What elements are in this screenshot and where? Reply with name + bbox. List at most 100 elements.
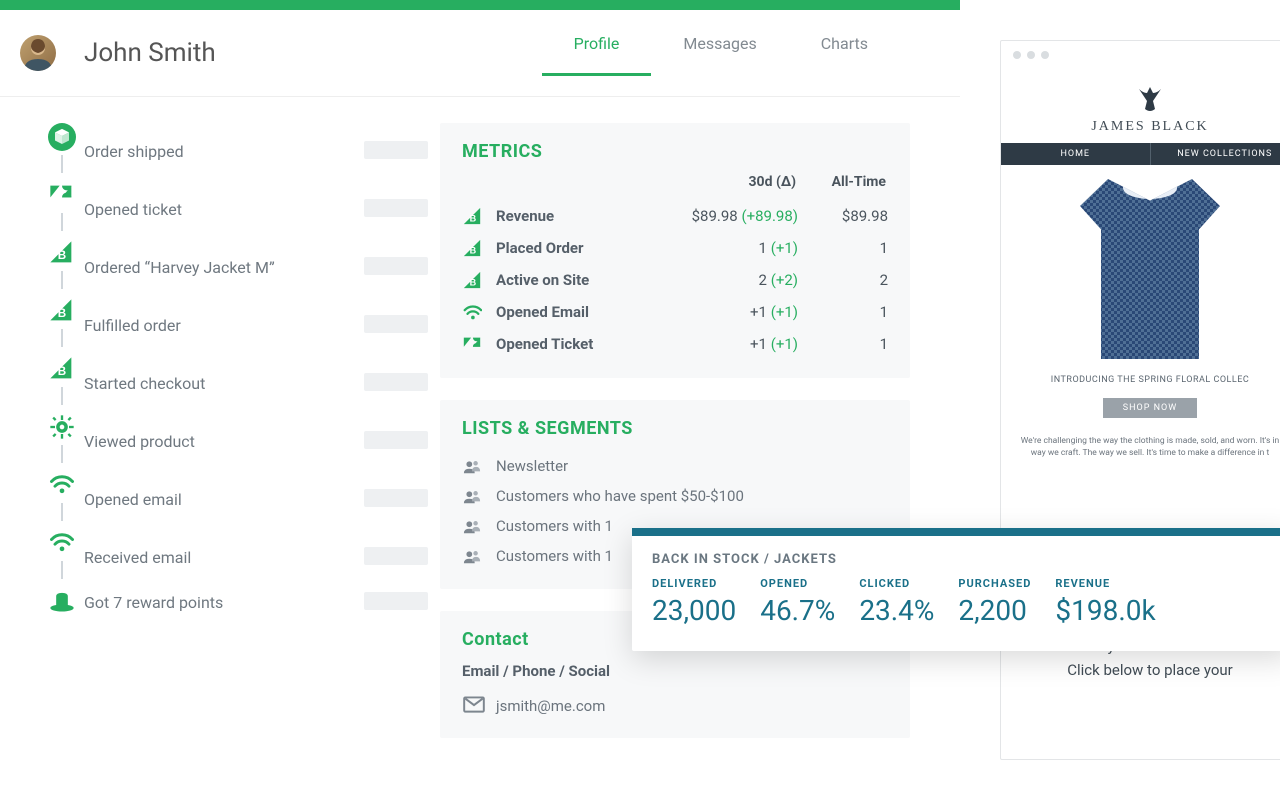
metric-name: Revenue xyxy=(496,207,668,225)
metric-alltime: 1 xyxy=(798,335,888,353)
page-header: John Smith Profile Messages Charts xyxy=(0,10,960,97)
users-icon xyxy=(462,457,486,475)
metrics-col-alltime: All-Time xyxy=(796,174,886,190)
timeline-label: Opened email xyxy=(84,488,364,509)
metric-30d: 1 (+1) xyxy=(668,239,798,257)
list-item[interactable]: Newsletter xyxy=(462,451,888,481)
campaign-stat-value: 46.7% xyxy=(760,594,835,627)
timeline-item[interactable]: Received email xyxy=(40,529,440,583)
timeline-item[interactable]: Order shipped xyxy=(40,123,440,177)
campaign-title: BACK IN STOCK / JACKETS xyxy=(632,536,1280,577)
users-icon xyxy=(462,547,486,565)
list-item-label: Newsletter xyxy=(496,457,568,475)
campaign-stat-label: PURCHASED xyxy=(958,577,1031,590)
timeline-item[interactable]: Viewed product xyxy=(40,413,440,467)
timeline-label: Opened ticket xyxy=(84,198,364,219)
email-navbar: HOME NEW COLLECTIONS xyxy=(1001,143,1280,165)
metric-row: Opened Email+1 (+1)1 xyxy=(462,296,888,328)
metric-30d: 2 (+2) xyxy=(668,271,798,289)
timeline-label: Fulfilled order xyxy=(84,314,364,335)
metric-name: Opened Ticket xyxy=(496,335,668,353)
contact-email[interactable]: jsmith@me.com xyxy=(496,697,605,715)
campaign-stat-label: CLICKED xyxy=(859,577,934,590)
campaign-stat-value: $198.0k xyxy=(1055,594,1155,627)
bigcommerce-icon xyxy=(462,270,486,290)
metric-row: Revenue$89.98 (+89.98)$89.98 xyxy=(462,200,888,232)
campaign-stat: CLICKED23.4% xyxy=(859,577,934,627)
metric-name: Opened Email xyxy=(496,303,668,321)
wifi-icon xyxy=(48,529,76,557)
timeline-item[interactable]: Fulfilled order xyxy=(40,297,440,351)
timeline-timestamp-placeholder xyxy=(364,547,428,565)
avatar[interactable] xyxy=(20,35,56,71)
activity-timeline: Order shipped Opened ticket Ordered “Harve… xyxy=(40,123,440,760)
list-item-label: Customers with 1 xyxy=(496,547,613,565)
metric-30d: +1 (+1) xyxy=(668,335,798,353)
campaign-stat: PURCHASED 2,200 xyxy=(958,577,1031,627)
campaign-stat: DELIVERED23,000 xyxy=(652,577,736,627)
email-strapline: INTRODUCING THE SPRING FLORAL COLLEC xyxy=(1011,375,1280,385)
timeline-item[interactable]: Started checkout xyxy=(40,355,440,409)
campaign-stat-label: OPENED xyxy=(760,577,835,590)
shop-now-button[interactable]: SHOP NOW xyxy=(1103,398,1197,418)
metric-row: Active on Site2 (+2)2 xyxy=(462,264,888,296)
timeline-item[interactable]: Got 7 reward points xyxy=(40,587,440,615)
user-name: John Smith xyxy=(84,38,216,68)
zendesk-icon xyxy=(48,181,76,209)
bigcommerce-icon xyxy=(48,355,76,383)
campaign-stat-value: 2,200 xyxy=(958,594,1031,627)
timeline-timestamp-placeholder xyxy=(364,592,428,610)
campaign-stat-label: DELIVERED xyxy=(652,577,736,590)
metric-alltime: 1 xyxy=(798,239,888,257)
timeline-timestamp-placeholder xyxy=(364,431,428,449)
timeline-timestamp-placeholder xyxy=(364,373,428,391)
top-accent-bar xyxy=(0,0,960,10)
timeline-timestamp-placeholder xyxy=(364,199,428,217)
campaign-accent-bar xyxy=(632,528,1280,536)
browser-window-controls xyxy=(1001,41,1280,69)
metric-row: Opened Ticket+1 (+1)1 xyxy=(462,328,888,360)
package-icon xyxy=(48,123,76,151)
wifi-icon xyxy=(462,302,486,322)
lists-heading: LISTS & SEGMENTS xyxy=(462,418,888,439)
email-body-copy: We're challenging the way the clothing i… xyxy=(1001,436,1280,460)
tab-profile[interactable]: Profile xyxy=(542,34,652,76)
product-image xyxy=(1001,165,1280,367)
bigcommerce-icon xyxy=(48,239,76,267)
email-nav-home[interactable]: HOME xyxy=(1001,143,1151,165)
metric-row: Placed Order1 (+1)1 xyxy=(462,232,888,264)
users-icon xyxy=(462,487,486,505)
timeline-timestamp-placeholder xyxy=(364,315,428,333)
list-item[interactable]: Customers who have spent $50-$100 xyxy=(462,481,888,511)
timeline-label: Viewed product xyxy=(84,430,364,451)
list-item-label: Customers with 1 xyxy=(496,517,613,535)
metrics-col-30d: 30d (Δ) xyxy=(666,174,796,190)
timeline-timestamp-placeholder xyxy=(364,141,428,159)
metric-alltime: $89.98 xyxy=(798,207,888,225)
email-preview-browser: JAMES BLACK HOME NEW COLLECTIONS INTRODU… xyxy=(1000,40,1280,760)
timeline-item[interactable]: Ordered “Harvey Jacket M” xyxy=(40,239,440,293)
tab-messages[interactable]: Messages xyxy=(651,34,788,76)
timeline-item[interactable]: Opened email xyxy=(40,471,440,525)
metric-alltime: 1 xyxy=(798,303,888,321)
metric-30d: +1 (+1) xyxy=(668,303,798,321)
metrics-panel: METRICS 30d (Δ) All-Time Revenue$89.98 (… xyxy=(440,123,910,378)
metric-30d: $89.98 (+89.98) xyxy=(668,207,798,225)
hat-icon xyxy=(48,587,76,615)
mail-icon xyxy=(462,692,486,720)
email-brand: JAMES BLACK xyxy=(1001,119,1280,135)
timeline-label: Ordered “Harvey Jacket M” xyxy=(84,256,364,277)
timeline-timestamp-placeholder xyxy=(364,489,428,507)
timeline-item[interactable]: Opened ticket xyxy=(40,181,440,235)
timeline-label: Got 7 reward points xyxy=(84,591,364,612)
tab-charts[interactable]: Charts xyxy=(789,34,900,76)
campaign-stat: OPENED 46.7% xyxy=(760,577,835,627)
metric-name: Active on Site xyxy=(496,271,668,289)
gear-icon xyxy=(48,413,76,441)
timeline-label: Received email xyxy=(84,546,364,567)
campaign-stat: REVENUE$198.0k xyxy=(1055,577,1155,627)
timeline-timestamp-placeholder xyxy=(364,257,428,275)
wifi-icon xyxy=(48,471,76,499)
email-nav-new[interactable]: NEW COLLECTIONS xyxy=(1151,143,1280,165)
bigcommerce-icon xyxy=(462,206,486,226)
